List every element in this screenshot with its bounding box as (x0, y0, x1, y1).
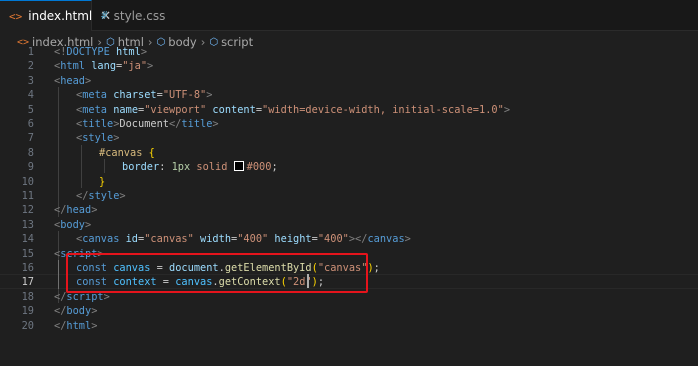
code-line: 2 <html lang="ja"> (0, 59, 698, 73)
line-number: 16 (21, 262, 34, 274)
line-number: 6 (27, 118, 34, 130)
line-number: 18 (21, 290, 34, 303)
line-number: 14 (21, 233, 34, 246)
line-number: 15 (21, 247, 34, 260)
code-line: 14 <canvas id="canvas" width="400" heigh… (0, 232, 698, 246)
code-text: <!DOCTYPE html> (54, 46, 148, 58)
code-text: </body> (54, 305, 98, 318)
code-text: <meta name="viewport" content="width=dev… (76, 103, 511, 116)
line-number: 7 (27, 132, 34, 145)
code-line: 4 <meta charset="UTF-8"> (0, 88, 698, 102)
line-number: 4 (27, 89, 34, 102)
line-number: 10 (21, 175, 34, 188)
line-number: 11 (21, 190, 34, 202)
code-line: 1 <!DOCTYPE html> (0, 45, 698, 59)
code-line: 8 #canvas { (0, 146, 698, 160)
code-line: 20 </html> (0, 319, 698, 333)
code-line: 9 border: 1px solid #000; (0, 160, 698, 174)
code-text: <meta charset="UTF-8"> (76, 89, 213, 102)
code-text: <head> (54, 74, 92, 87)
line-number: 12 (21, 204, 34, 217)
code-line: 5 <meta name="viewport" content="width=d… (0, 103, 698, 117)
editor-tab-bar: <> index.html ✕ # style.css (0, 0, 698, 31)
code-text: #canvas { (99, 146, 155, 159)
code-line: 10 } (0, 175, 698, 189)
code-line: 7 <style> (0, 131, 698, 145)
line-number: 19 (21, 305, 34, 318)
code-editor[interactable]: 1 <!DOCTYPE html> 2 <html lang="ja"> 3 <… (0, 42, 698, 366)
tab-label: style.css (113, 8, 166, 23)
code-text: } (99, 175, 106, 188)
annotation-highlight-box (66, 253, 368, 293)
code-text: <canvas id="canvas" width="400" height="… (76, 233, 411, 246)
line-number: 1 (27, 46, 34, 58)
tab-index-html[interactable]: <> index.html ✕ (0, 0, 111, 31)
code-line: 3 <head> (0, 74, 698, 88)
tab-label: index.html (28, 9, 93, 23)
color-swatch-icon[interactable] (233, 161, 244, 172)
line-number: 5 (27, 103, 34, 116)
code-line: 6 <title>Document</title> (0, 117, 698, 131)
code-text: border: 1px solid #000; (122, 161, 278, 174)
html-file-icon: <> (9, 9, 23, 23)
line-number: 17 (21, 276, 34, 289)
code-text: <html lang="ja"> (54, 60, 154, 73)
code-text: </head> (54, 204, 98, 217)
line-number: 3 (27, 74, 34, 87)
code-text: <title>Document</title> (76, 118, 219, 130)
code-text: <body> (54, 218, 92, 231)
code-text: </html> (54, 319, 98, 332)
line-number: 20 (21, 319, 34, 332)
css-file-icon: # (101, 9, 108, 22)
line-number: 2 (27, 60, 34, 73)
line-number: 8 (27, 146, 34, 159)
line-number: 13 (21, 218, 34, 231)
code-line: 11 </style> (0, 189, 698, 203)
code-line: 19 </body> (0, 304, 698, 318)
code-line: 12 </head> (0, 203, 698, 217)
tab-style-css[interactable]: # style.css (92, 0, 168, 31)
code-text: </style> (76, 190, 126, 202)
line-number: 9 (27, 161, 34, 174)
code-text: <style> (76, 132, 120, 145)
code-line: 13 <body> (0, 218, 698, 232)
